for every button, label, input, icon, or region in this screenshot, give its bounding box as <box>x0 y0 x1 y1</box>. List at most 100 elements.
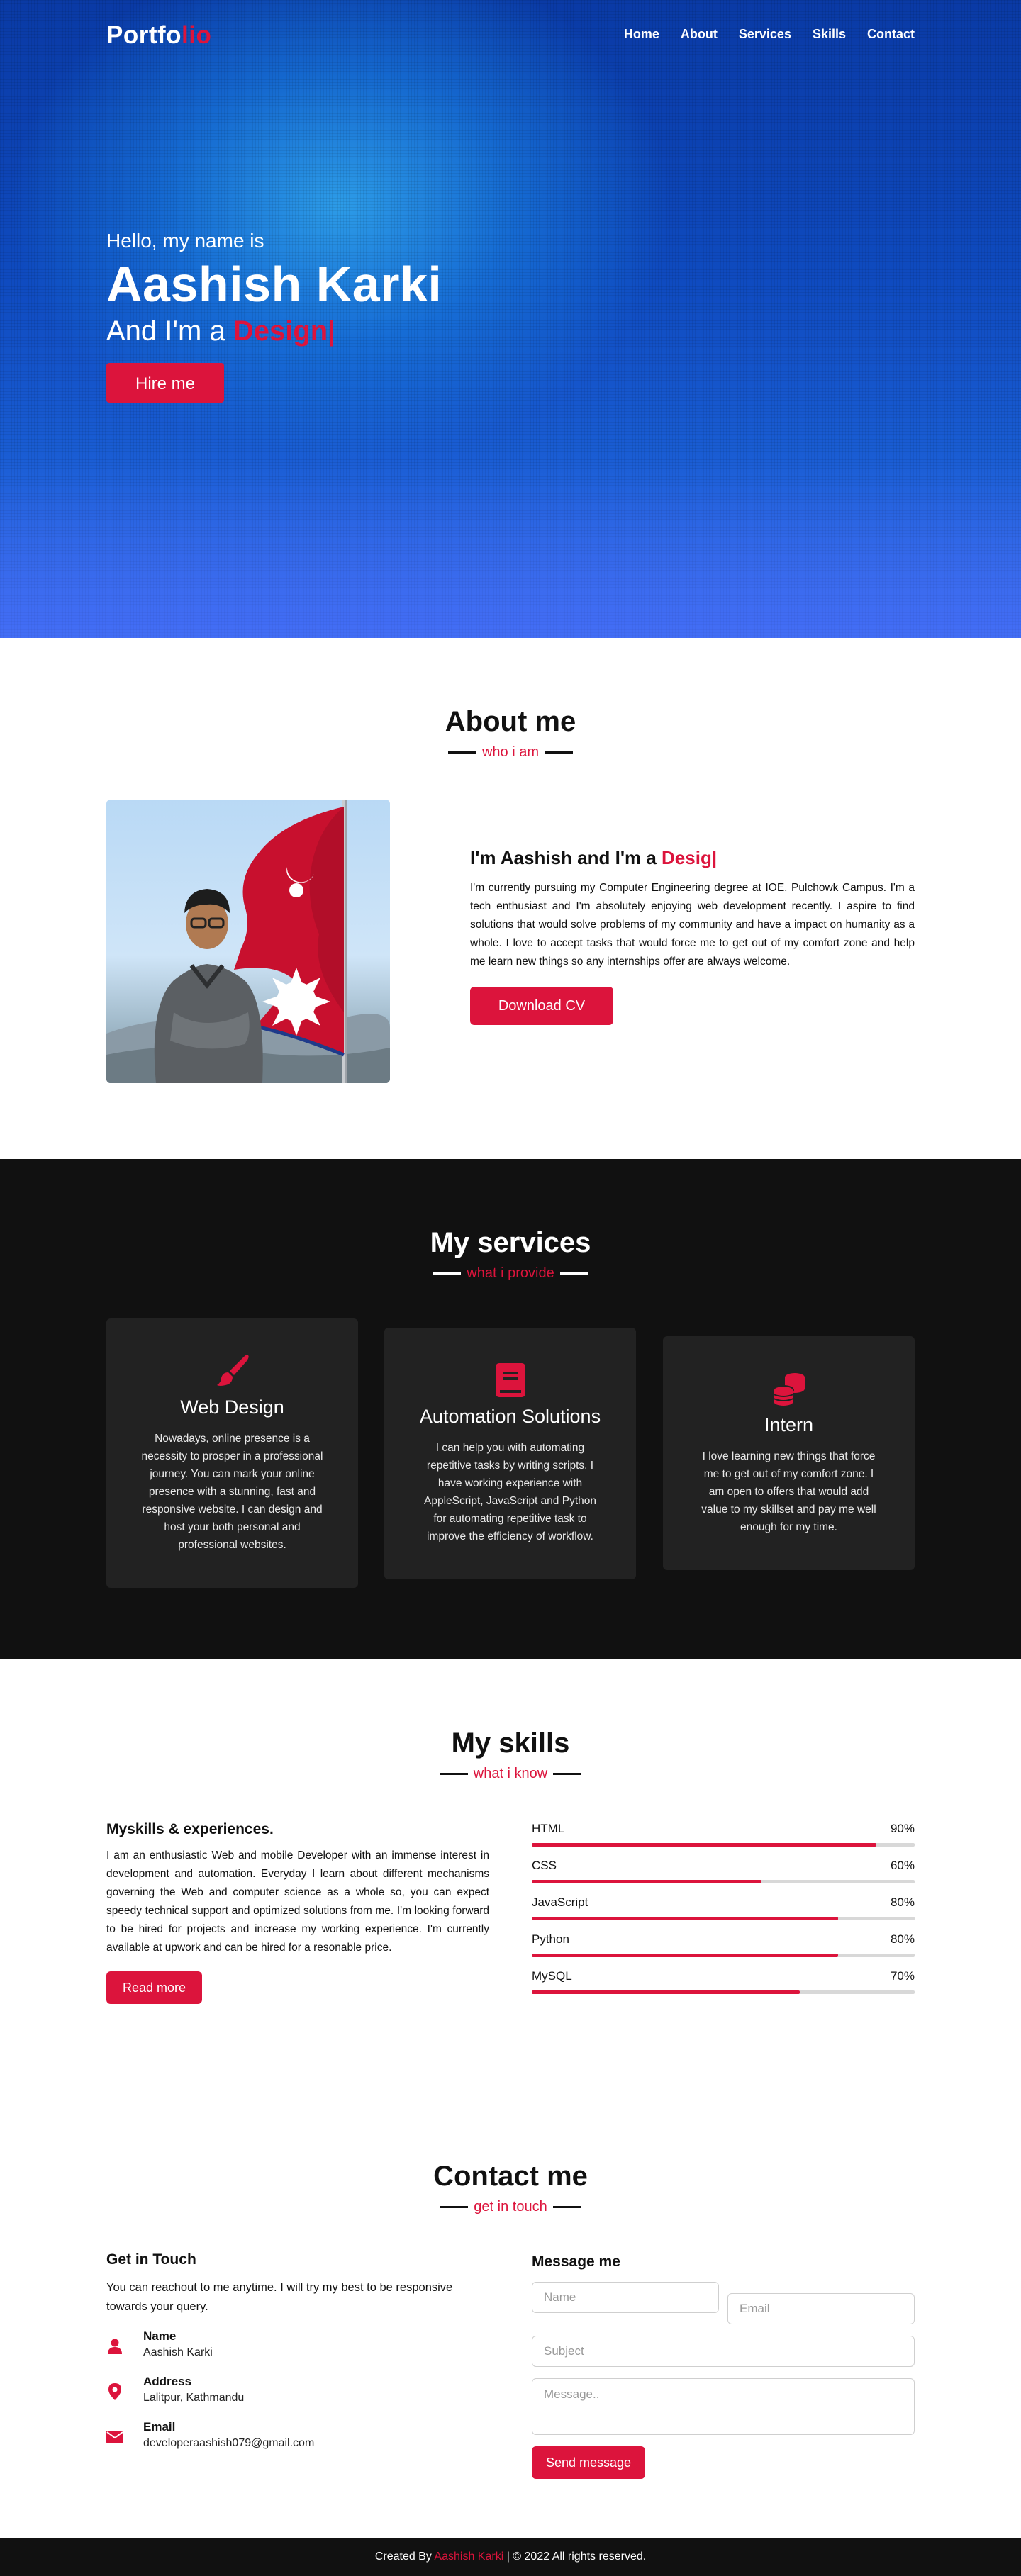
nav-menu: Home About Services Skills Contact <box>624 27 915 42</box>
divider-line <box>559 1272 588 1275</box>
message-heading: Message me <box>532 2253 620 2270</box>
service-card-intern[interactable]: Intern I love learning new things that f… <box>663 1336 915 1570</box>
profile-photo <box>106 800 390 1083</box>
skill-track <box>532 1917 915 1920</box>
logo-accent-text: lio <box>182 21 212 49</box>
service-title: Automation Solutions <box>419 1406 601 1427</box>
skill-bar: MySQL 70% <box>532 1969 915 2006</box>
hero-role-prefix: And I'm a <box>106 315 233 347</box>
services-title: My services <box>430 1227 591 1258</box>
skill-bars: HTML 90% CSS 60% JavaScript 80% Python 80% M… <box>532 1822 915 2006</box>
skills-heading: Myskills & experiences. <box>106 1821 274 1837</box>
service-text: I can help you with automating repetitiv… <box>424 1442 596 1542</box>
skill-percent: 80% <box>890 1932 915 1946</box>
name-field[interactable] <box>532 2282 719 2313</box>
contact-label: Address <box>143 2375 192 2388</box>
nav-item-services[interactable]: Services <box>739 27 791 42</box>
hero-role: And I'm a Design| <box>106 313 442 349</box>
nav-item-about[interactable]: About <box>681 27 718 42</box>
send-message-button[interactable]: Send message <box>532 2446 645 2479</box>
contact-row-name: Name Aashish Karki <box>106 2329 489 2375</box>
typing-cursor: | <box>328 315 335 347</box>
skill-name: JavaScript <box>532 1895 588 1909</box>
hero-greeting: Hello, my name is <box>106 230 264 252</box>
nav-item-home[interactable]: Home <box>624 27 659 42</box>
paint-brush-icon <box>140 1353 324 1389</box>
skills-section: My skills what i know Myskills & experie… <box>0 1659 1021 2099</box>
divider-line <box>439 1773 468 1776</box>
about-section: About me who i am I'm Aashish and I'm a … <box>0 638 1021 1159</box>
about-heading-prefix: I'm Aashish and I'm a <box>470 847 662 868</box>
logo-main-text: Portfo <box>106 21 182 49</box>
skill-fill <box>532 1954 838 1957</box>
skill-fill <box>532 1917 838 1920</box>
email-field[interactable] <box>727 2293 915 2324</box>
services-section: My services what i provide Web Design No… <box>0 1159 1021 1659</box>
divider-line <box>440 2206 469 2209</box>
map-marker-icon <box>106 2383 123 2400</box>
skill-name: CSS <box>532 1859 557 1872</box>
about-text-block: I'm Aashish and I'm a Desig| I'm current… <box>470 847 915 1025</box>
about-paragraph: I'm currently pursuing my Computer Engin… <box>470 882 915 968</box>
service-title: Web Design <box>180 1396 284 1418</box>
contact-value: Aashish Karki <box>143 2346 213 2358</box>
contact-subtitle: get in touch <box>0 2199 1021 2215</box>
skill-track <box>532 1954 915 1957</box>
divider-line <box>433 1272 462 1275</box>
skill-bar: Python 80% <box>532 1932 915 1969</box>
skill-name: Python <box>532 1932 569 1946</box>
about-subtitle: who i am <box>0 744 1021 761</box>
skill-percent: 70% <box>890 1969 915 1983</box>
profile-photo-illustration <box>106 800 390 1083</box>
skills-title: My skills <box>451 1727 570 1759</box>
contact-subtitle-text: get in touch <box>474 2199 547 2214</box>
contact-form: Send message <box>532 2282 915 2479</box>
hire-me-button[interactable]: Hire me <box>106 363 224 403</box>
services-subtitle-text: what i provide <box>467 1265 554 1281</box>
contact-form-panel: Message me Send message <box>532 2253 915 2479</box>
subject-field[interactable] <box>532 2336 915 2367</box>
hero-name: Aashish Karki <box>106 257 442 312</box>
skill-name: MySQL <box>532 1969 572 1983</box>
contact-label: Name <box>143 2329 177 2343</box>
skill-bar: HTML 90% <box>532 1822 915 1859</box>
service-card-automation[interactable]: Automation Solutions I can help you with… <box>384 1328 636 1579</box>
skill-fill <box>532 1990 800 1994</box>
skill-percent: 80% <box>890 1895 915 1909</box>
skill-percent: 60% <box>890 1859 915 1872</box>
divider-line <box>447 751 476 754</box>
skills-subtitle: what i know <box>0 1766 1021 1782</box>
skill-percent: 90% <box>890 1822 915 1835</box>
logo[interactable]: Portfolio <box>106 21 211 50</box>
navbar: Portfolio Home About Services Skills Con… <box>0 0 1021 71</box>
contact-row-email: Email developeraashish079@gmail.com <box>106 2420 489 2465</box>
hero-section: Portfolio Home About Services Skills Con… <box>0 0 1021 638</box>
contact-value[interactable]: developeraashish079@gmail.com <box>143 2437 314 2450</box>
about-subtitle-text: who i am <box>481 744 540 760</box>
nav-item-skills[interactable]: Skills <box>813 27 846 42</box>
skill-track <box>532 1843 915 1847</box>
footer-author-link[interactable]: Aashish Karki <box>434 2550 503 2563</box>
footer-prefix: Created By <box>374 2550 435 2563</box>
skill-track <box>532 1880 915 1883</box>
footer: Created By Aashish Karki | © 2022 All ri… <box>0 2538 1021 2576</box>
skill-bar: JavaScript 80% <box>532 1895 915 1932</box>
typing-cursor: | <box>711 847 718 868</box>
contact-info: Get in Touch You can reachout to me anyt… <box>106 2251 489 2465</box>
skills-subtitle-text: what i know <box>473 1766 548 1781</box>
divider-line <box>553 1773 582 1776</box>
message-field[interactable] <box>532 2378 915 2435</box>
coins-icon <box>697 1370 881 1407</box>
download-cv-button[interactable]: Download CV <box>470 987 613 1025</box>
nav-item-contact[interactable]: Contact <box>867 27 915 42</box>
contact-label: Email <box>143 2420 176 2434</box>
service-text: I love learning new things that force me… <box>701 1450 876 1533</box>
skills-description: Myskills & experiences. I am an enthusia… <box>106 1821 489 2004</box>
services-subtitle: what i provide <box>0 1265 1021 1282</box>
service-title: Intern <box>764 1414 814 1435</box>
skill-track <box>532 1990 915 1994</box>
book-icon <box>418 1362 602 1399</box>
service-card-web-design[interactable]: Web Design Nowadays, online presence is … <box>106 1318 358 1588</box>
read-more-button[interactable]: Read more <box>106 1971 202 2004</box>
contact-row-address: Address Lalitpur, Kathmandu <box>106 2375 489 2420</box>
